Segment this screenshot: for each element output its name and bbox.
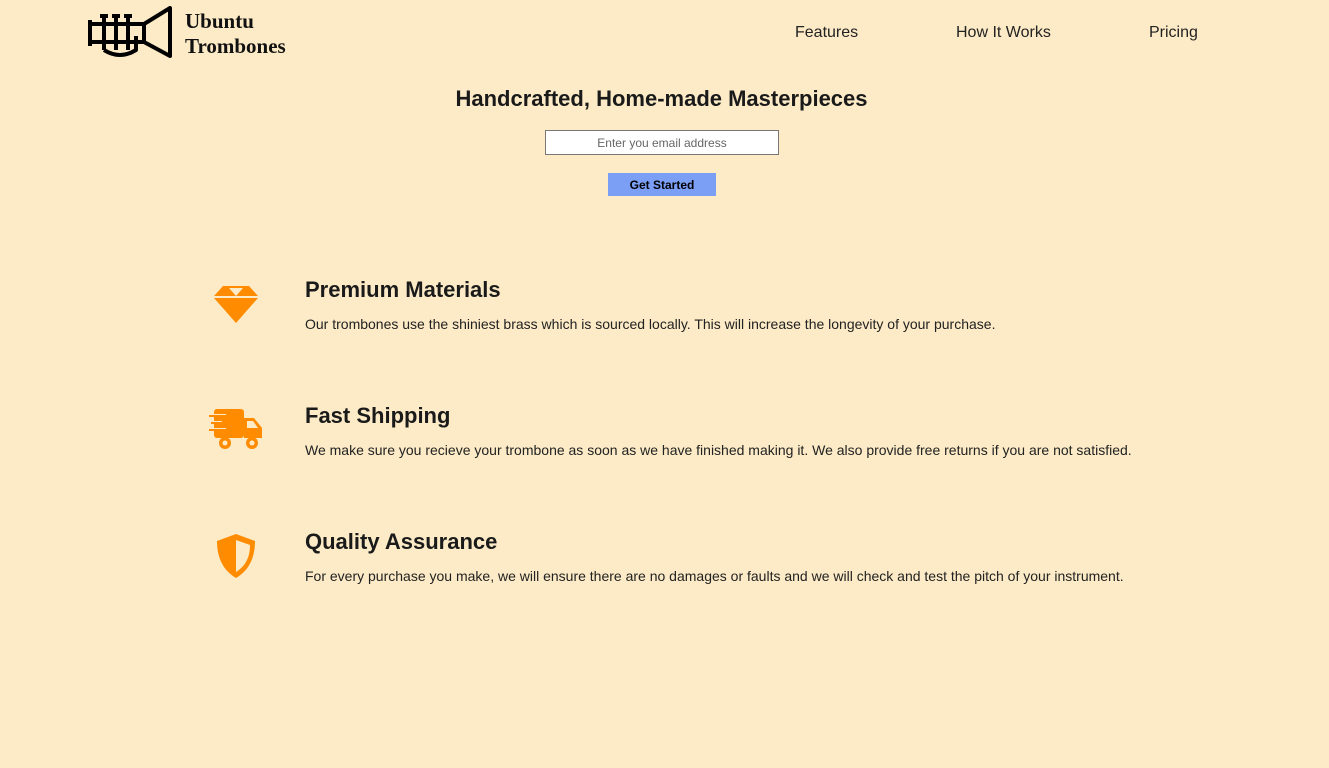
feature-title: Premium Materials — [305, 277, 501, 302]
diamond-icon — [214, 286, 258, 323]
nav-link-how-it-works[interactable]: How It Works — [956, 24, 1051, 42]
brand-name: Ubuntu Trombones — [185, 9, 286, 59]
brand-name-line1: Ubuntu — [185, 9, 254, 33]
feature-text: We make sure you recieve your trombone a… — [305, 442, 1132, 458]
email-input[interactable] — [545, 130, 779, 155]
nav-link-features[interactable]: Features — [795, 24, 858, 42]
feature-title: Fast Shipping — [305, 403, 451, 428]
shield-icon — [217, 534, 255, 578]
brand-logo[interactable]: Ubuntu Trombones — [86, 4, 296, 62]
brand-name-line2: Trombones — [185, 34, 286, 58]
landing-page: Ubuntu Trombones Features How It Works P… — [0, 0, 1329, 768]
feature-fast-shipping: Fast Shipping We make sure you recieve y… — [0, 403, 1329, 483]
trombone-icon — [88, 6, 172, 58]
header: Ubuntu Trombones Features How It Works P… — [0, 0, 1329, 70]
feature-title: Quality Assurance — [305, 529, 498, 554]
hero-title: Handcrafted, Home-made Masterpieces — [455, 86, 868, 111]
feature-premium-materials: Premium Materials Our trombones use the … — [0, 277, 1329, 357]
feature-text: Our trombones use the shiniest brass whi… — [305, 316, 996, 332]
feature-text: For every purchase you make, we will ens… — [305, 568, 1124, 584]
shipping-truck-icon — [208, 409, 262, 449]
get-started-button[interactable]: Get Started — [608, 173, 716, 196]
nav-link-pricing[interactable]: Pricing — [1149, 24, 1198, 42]
feature-quality-assurance: Quality Assurance For every purchase you… — [0, 529, 1329, 609]
